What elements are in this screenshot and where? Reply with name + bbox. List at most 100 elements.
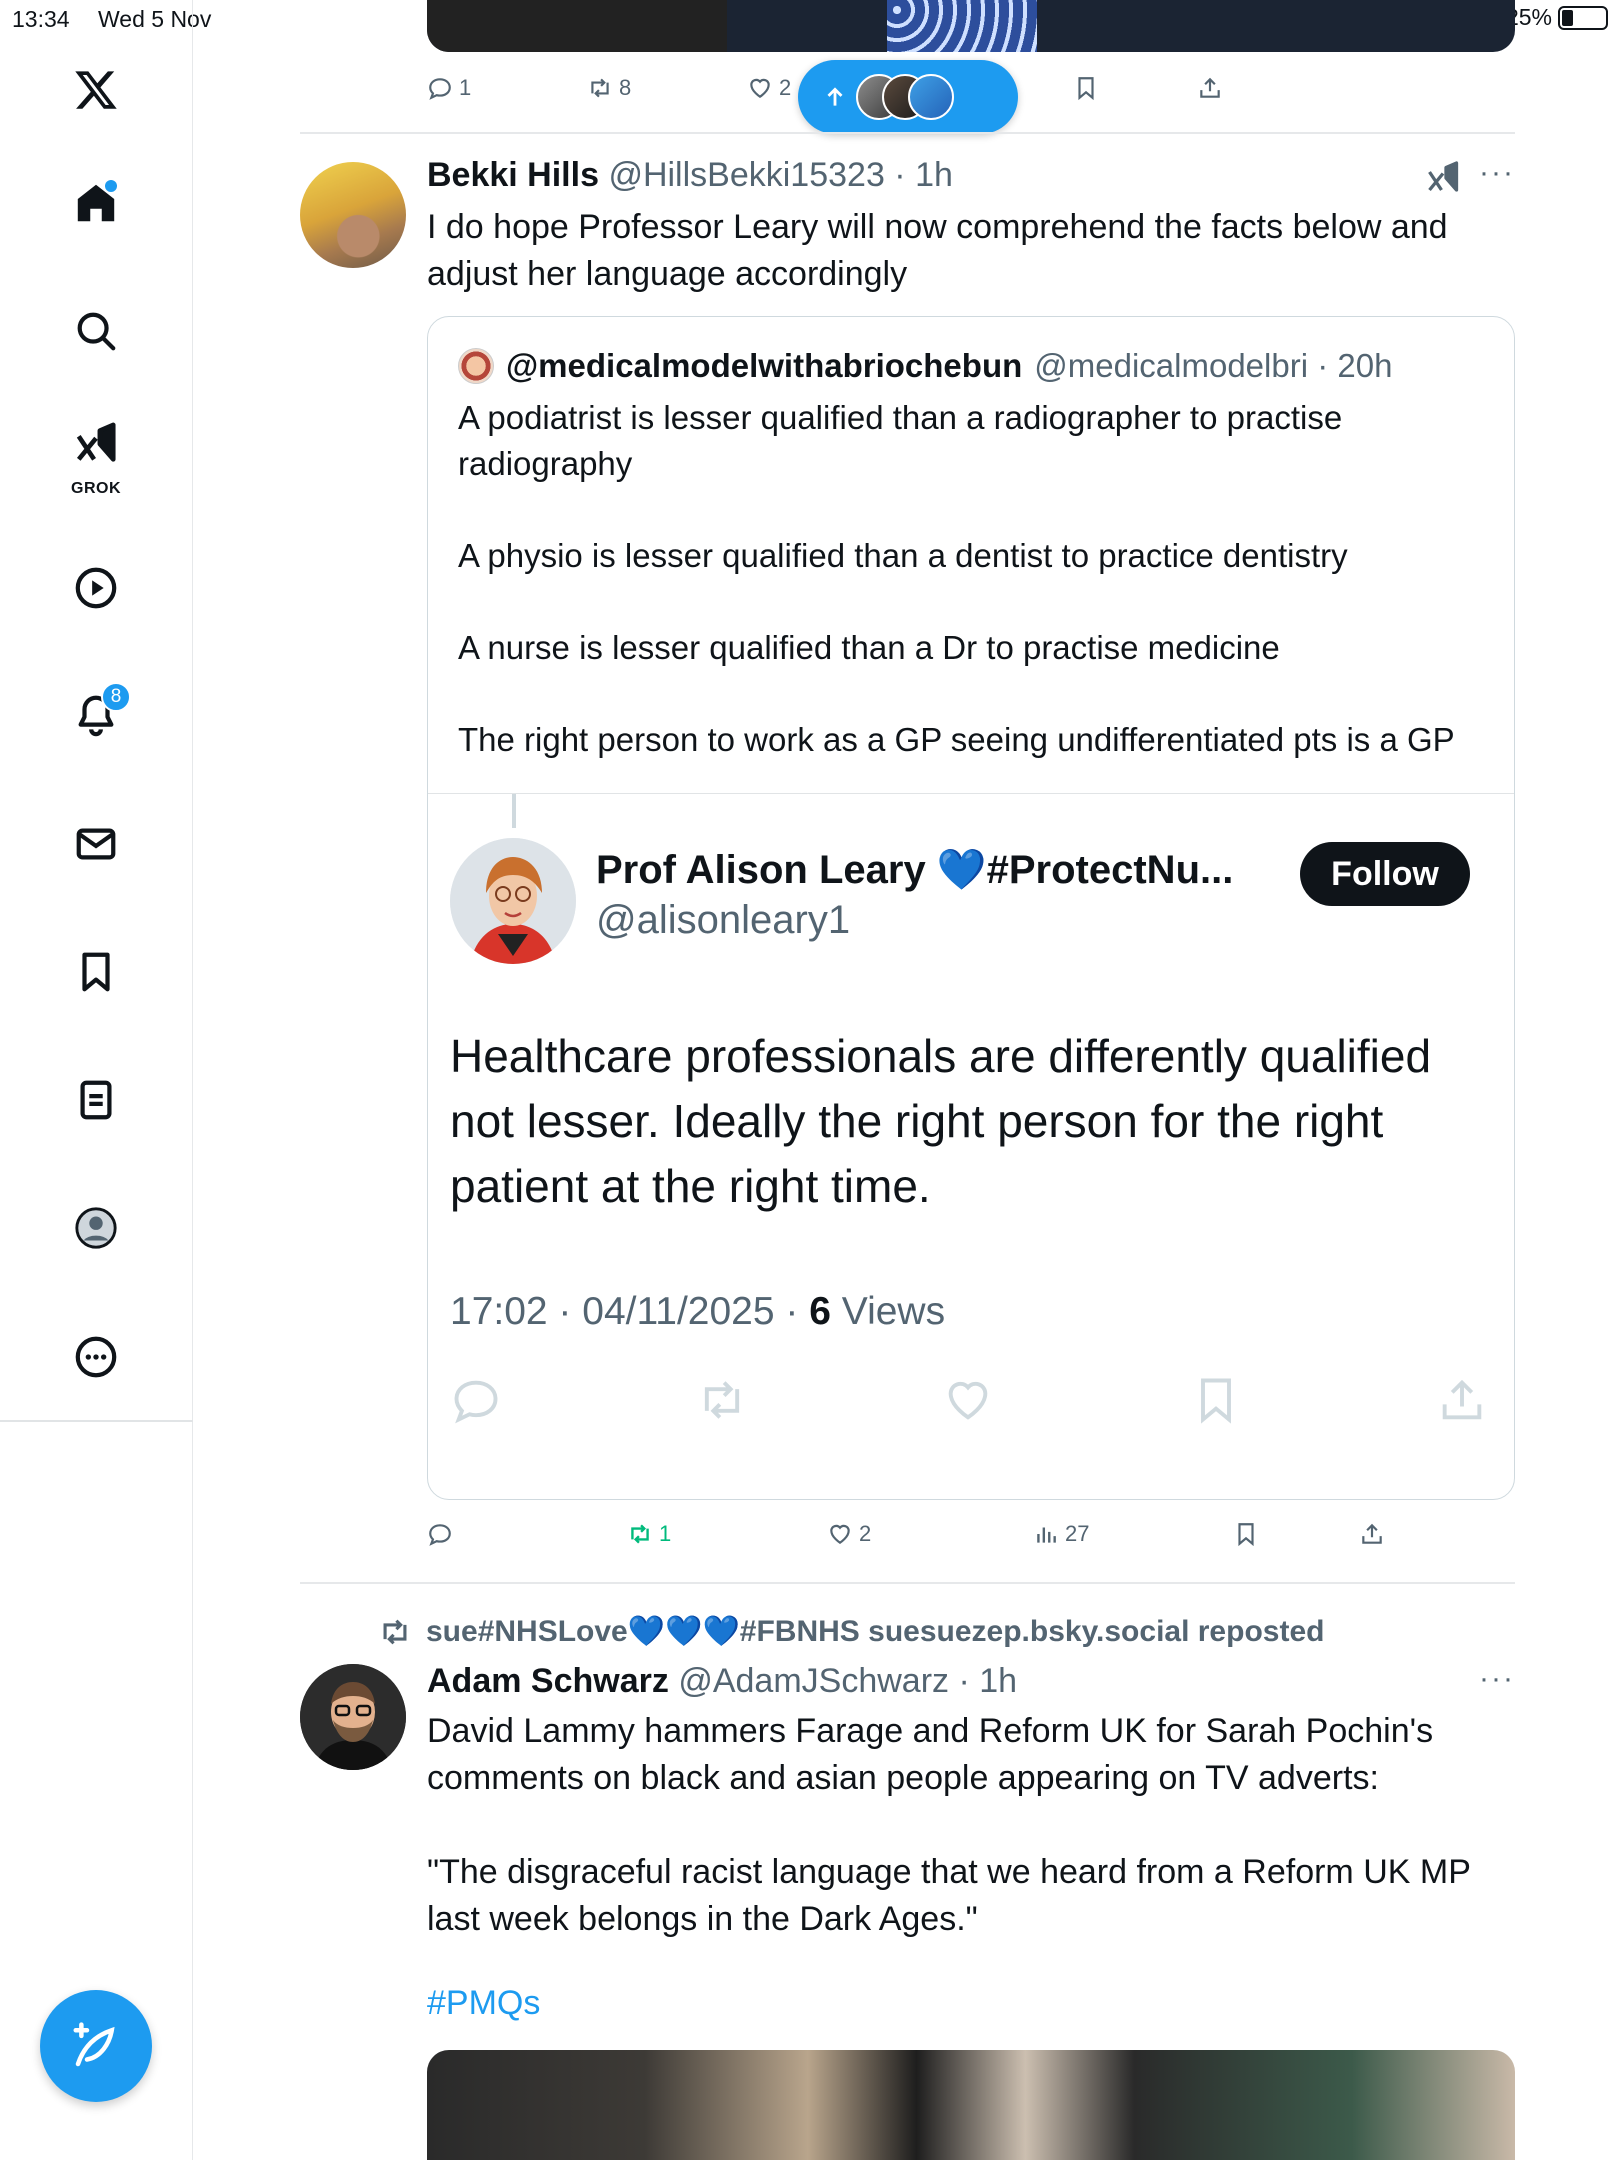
quote-text: A podiatrist is lesser qualified than a … xyxy=(458,399,1455,758)
embed-views-count: 6 xyxy=(809,1290,831,1333)
previous-post-media[interactable] xyxy=(427,0,1515,52)
quoted-post[interactable]: @medicalmodelwithabriochebun @medicalmod… xyxy=(427,316,1515,1500)
repost-button[interactable]: 1 xyxy=(627,1521,671,1547)
author-handle[interactable]: @HillsBekki15323 · 1h xyxy=(608,156,952,194)
post-text: David Lammy hammers Farage and Reform UK… xyxy=(427,1712,1471,1938)
post-header: Bekki Hills @HillsBekki15323 · 1h xyxy=(427,156,953,195)
sidebar-item-lists[interactable] xyxy=(61,1065,131,1135)
quote-author-handle: @medicalmodelbri · 20h xyxy=(1034,347,1393,384)
grok-icon[interactable] xyxy=(1425,160,1461,196)
reply-icon xyxy=(450,1374,502,1431)
repost-count: 1 xyxy=(659,1521,672,1546)
bookmark-icon xyxy=(1238,1523,1254,1547)
repost-icon xyxy=(591,78,609,98)
bookmark-button[interactable] xyxy=(1233,1521,1259,1547)
follow-button: Follow xyxy=(1300,842,1470,906)
sidebar-item-profile[interactable] xyxy=(61,1193,131,1263)
repost-icon xyxy=(631,1524,649,1544)
repost-button[interactable]: 8 xyxy=(587,75,631,101)
embedded-post-image[interactable]: Prof Alison Leary 💙#ProtectNu... @alison… xyxy=(428,793,1514,1499)
author-name[interactable]: Adam Schwarz xyxy=(427,1662,669,1700)
quote-author-name: @medicalmodelwithabriochebun xyxy=(506,347,1023,384)
embed-views-label: Views xyxy=(830,1290,946,1333)
post-text: I do hope Professor Leary will now compr… xyxy=(427,208,1448,293)
new-posts-pill[interactable] xyxy=(798,60,1018,134)
repost-count: 8 xyxy=(619,75,632,100)
avatar xyxy=(450,838,576,964)
more-options-icon[interactable]: ··· xyxy=(1479,1662,1515,1696)
compose-icon xyxy=(73,2022,115,2067)
post-actions: 1 2 27 xyxy=(427,1514,1515,1554)
bookmark-button[interactable] xyxy=(1073,75,1099,101)
sidebar-item-home[interactable] xyxy=(61,168,131,238)
post-header: Adam Schwarz @AdamJSchwarz · 1h xyxy=(427,1662,1017,1701)
timeline-feed: 1 8 2 Bekki Hills @HillsBekki15323 · 1h … xyxy=(300,0,1515,2160)
bookmark-icon xyxy=(1190,1374,1242,1431)
alison-leary-avatar xyxy=(450,838,576,964)
more-options-icon[interactable]: ··· xyxy=(1479,156,1515,190)
repost-icon xyxy=(696,1374,748,1431)
views-icon xyxy=(1037,1527,1056,1543)
sidebar: GROK 8 xyxy=(0,0,193,2160)
thread-line xyxy=(512,794,516,828)
list-icon xyxy=(80,1080,112,1120)
arrow-up-icon xyxy=(827,87,843,106)
sidebar-item-video[interactable] xyxy=(61,553,131,623)
avatar[interactable] xyxy=(300,1664,406,1770)
author-handle[interactable]: @AdamJSchwarz · 1h xyxy=(678,1662,1017,1700)
share-button[interactable] xyxy=(1197,75,1223,101)
grok-label: GROK xyxy=(71,480,121,497)
sidebar-item-explore[interactable] xyxy=(61,296,131,366)
avatar xyxy=(908,74,954,120)
embed-author-name: Prof Alison Leary 💙#ProtectNu... xyxy=(596,848,1234,892)
notification-badge: 8 xyxy=(101,682,131,712)
repost-context[interactable]: sue#NHSLove💙💙💙#FBNHS suesuezep.bsky.soci… xyxy=(378,1614,1324,1649)
hashtag-link[interactable]: #PMQs xyxy=(427,1984,540,2023)
views-button[interactable]: 27 xyxy=(1033,1521,1089,1547)
sidebar-item-bookmarks[interactable] xyxy=(61,937,131,1007)
more-icon xyxy=(75,1336,117,1378)
reply-count: 1 xyxy=(459,75,472,100)
sidebar-item-grok[interactable]: GROK xyxy=(61,418,131,497)
like-count: 2 xyxy=(859,1521,872,1546)
post-divider xyxy=(300,132,1515,134)
reply-button[interactable] xyxy=(427,1521,459,1547)
compose-button[interactable] xyxy=(40,1990,152,2102)
bookmark-icon xyxy=(1078,77,1094,101)
media-pattern-region xyxy=(887,0,1037,52)
new-posts-avatars xyxy=(856,74,954,120)
reply-icon xyxy=(429,1524,451,1546)
embed-meta: 17:02 · 04/11/2025 · 6 Views xyxy=(450,1290,945,1334)
home-unread-dot xyxy=(105,180,117,192)
embed-text: Healthcare professionals are differently… xyxy=(450,1030,1432,1212)
bookmark-icon xyxy=(82,952,110,992)
grok-icon xyxy=(76,422,116,462)
author-name[interactable]: Bekki Hills xyxy=(427,156,599,194)
share-icon xyxy=(1436,1374,1488,1431)
avatar[interactable] xyxy=(300,162,406,268)
sidebar-item-messages[interactable] xyxy=(61,809,131,879)
quote-header: @medicalmodelwithabriochebun @medicalmod… xyxy=(458,347,1392,385)
play-icon xyxy=(75,567,117,609)
sidebar-divider xyxy=(0,1420,193,1422)
heart-icon xyxy=(830,1524,850,1544)
repost-icon xyxy=(383,1619,407,1644)
heart-icon xyxy=(750,78,770,98)
post-media[interactable] xyxy=(427,2050,1515,2160)
sidebar-item-more[interactable] xyxy=(61,1322,131,1392)
views-count: 27 xyxy=(1065,1521,1090,1546)
reply-button[interactable]: 1 xyxy=(427,75,471,101)
post-divider xyxy=(300,1582,1515,1584)
search-icon xyxy=(77,312,116,351)
share-icon xyxy=(1362,1523,1382,1544)
embed-actions xyxy=(450,1374,1482,1434)
sidebar-item-notifications[interactable]: 8 xyxy=(61,680,131,750)
like-count: 2 xyxy=(779,75,792,100)
share-button[interactable] xyxy=(1359,1521,1385,1547)
like-button[interactable]: 2 xyxy=(747,75,791,101)
media-dark-region xyxy=(427,0,727,52)
x-logo-icon[interactable] xyxy=(61,55,131,125)
heart-icon xyxy=(942,1374,994,1431)
like-button[interactable]: 2 xyxy=(827,1521,871,1547)
avatar xyxy=(458,348,494,384)
